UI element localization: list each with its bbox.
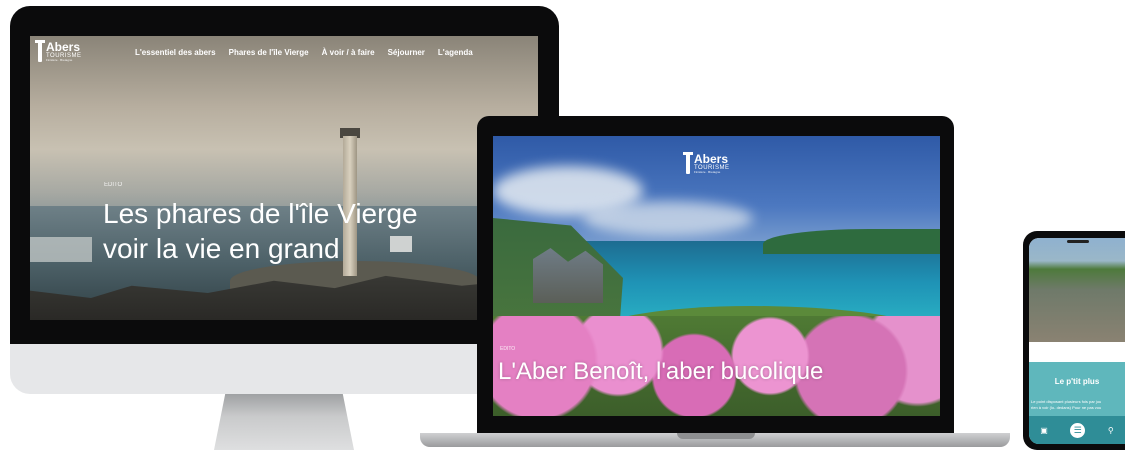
site-logo-laptop[interactable]: Abers TOURISME Finistère · Bretagne [683,151,730,174]
far-shore [763,229,940,254]
decorative-block [30,237,92,262]
imac-screen [30,36,538,320]
search-icon[interactable]: ⚲ [1108,426,1114,435]
menu-icon[interactable]: ☰ [1070,422,1086,438]
hero-headline[interactable]: Les phares de l'île Vierge voir la vie e… [103,196,483,266]
phone-speaker [1067,240,1089,243]
phone-screen: Le p'tit plus Le point disposant plusieu… [1029,238,1125,444]
lighthouse-logo-icon [683,152,693,174]
nav-item-a-voir[interactable]: À voir / à faire [322,48,375,57]
logo-tag: Finistère · Bretagne [694,169,721,174]
phone-section-text: Le point disposant plusieurs fois par jo… [1031,399,1125,411]
main-nav: L'essentiel des abers Phares de l'île Vi… [135,48,473,57]
nav-item-essentiel[interactable]: L'essentiel des abers [135,48,216,57]
edito-label: EDITO [104,182,123,188]
phone-hero-photo [1029,238,1125,342]
edito-label: EDITO [500,346,516,352]
phone-bottom-bar: ▣ ☰ ⚲ [1029,416,1125,444]
phone-section-title: Le p'tit plus [1054,377,1100,386]
phone-text-line2: rien à voir (lo- dedans) Pour ne pas vou [1031,405,1102,410]
nav-item-sejourner[interactable]: Séjourner [388,48,425,57]
logo-tag: Finistère · Bretagne [46,57,73,62]
laptop-notch [677,433,755,439]
nav-item-agenda[interactable]: L'agenda [438,48,473,57]
hero-headline-laptop[interactable]: L'Aber Benoît, l'aber bucolique [498,358,823,386]
hero-headline-line1: Les phares de l'île Vierge [103,198,418,229]
hero-headline-line2: voir la vie en grand [103,233,340,264]
imac-stand [214,394,354,450]
nav-item-phares[interactable]: Phares de l'île Vierge [229,48,309,57]
basket-icon[interactable]: ▣ [1040,426,1048,435]
logo-name: Abers [46,39,81,54]
lighthouse-logo-icon [35,40,45,62]
cloud-shape [583,201,753,236]
logo-name: Abers [694,151,729,166]
site-logo[interactable]: Abers TOURISME Finistère · Bretagne [35,39,82,62]
